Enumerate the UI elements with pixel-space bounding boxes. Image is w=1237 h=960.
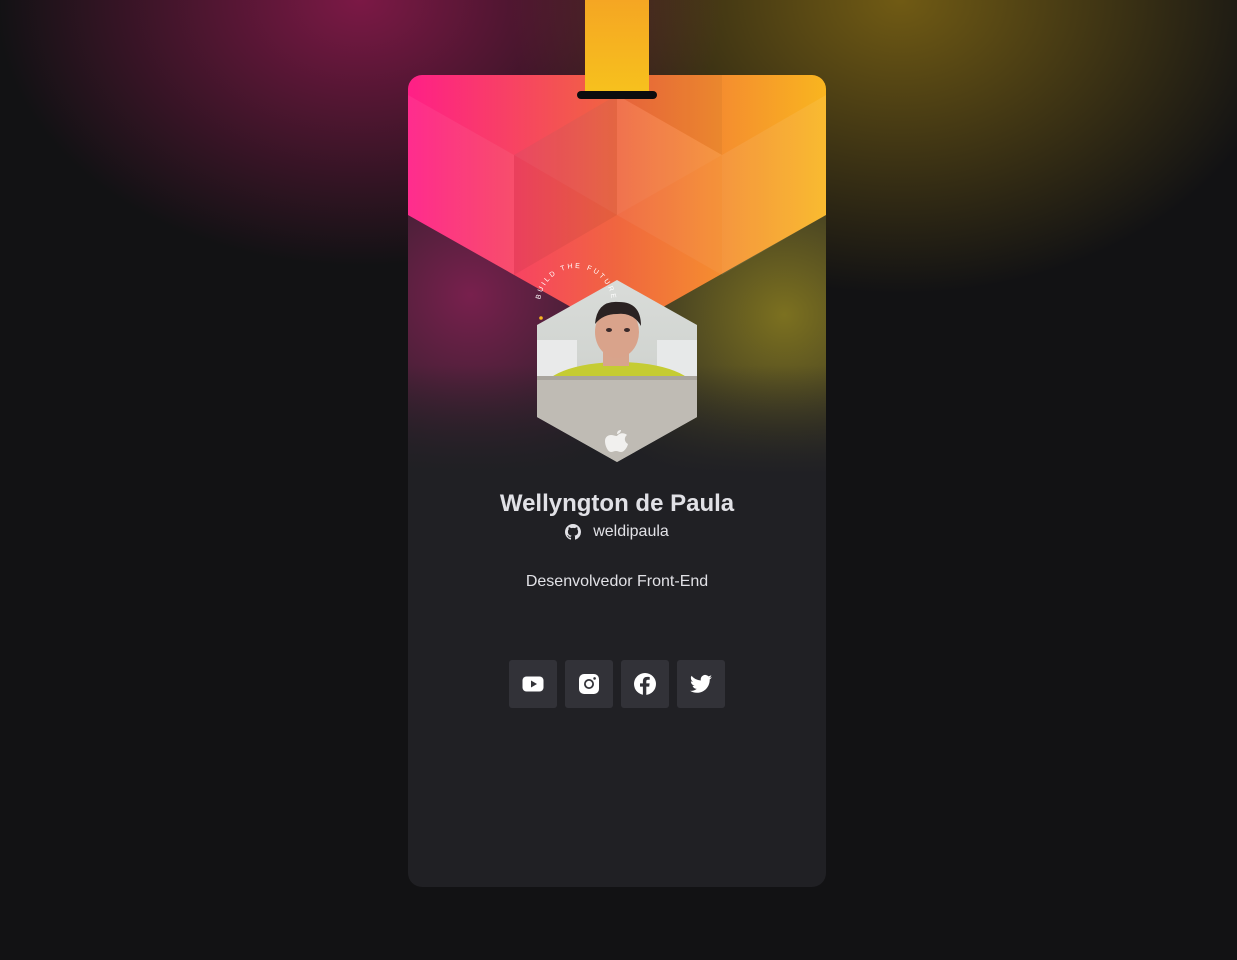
- github-username: weldipaula: [593, 523, 669, 540]
- svg-text:BUILD THE FUTURE: BUILD THE FUTURE: [535, 263, 617, 301]
- profile-role: Desenvolvedor Front-End: [525, 573, 709, 590]
- facebook-icon: [634, 673, 656, 695]
- facebook-button[interactable]: [621, 660, 669, 708]
- instagram-icon: [579, 674, 599, 694]
- github-link[interactable]: weldipaula: [408, 520, 826, 544]
- profile-card: [408, 75, 826, 887]
- twitter-icon: [690, 674, 712, 693]
- instagram-button[interactable]: [565, 660, 613, 708]
- github-icon: [565, 524, 582, 540]
- twitter-button[interactable]: [677, 660, 725, 708]
- youtube-icon: [522, 676, 544, 692]
- profile-name: Wellyngton de Paula: [499, 490, 735, 517]
- youtube-button[interactable]: [509, 660, 557, 708]
- card-slot: [577, 91, 657, 99]
- badge-circle-text: BUILD THE FUTURE: [535, 263, 617, 320]
- lanyard-strap: [585, 0, 649, 96]
- social-links: [509, 660, 725, 708]
